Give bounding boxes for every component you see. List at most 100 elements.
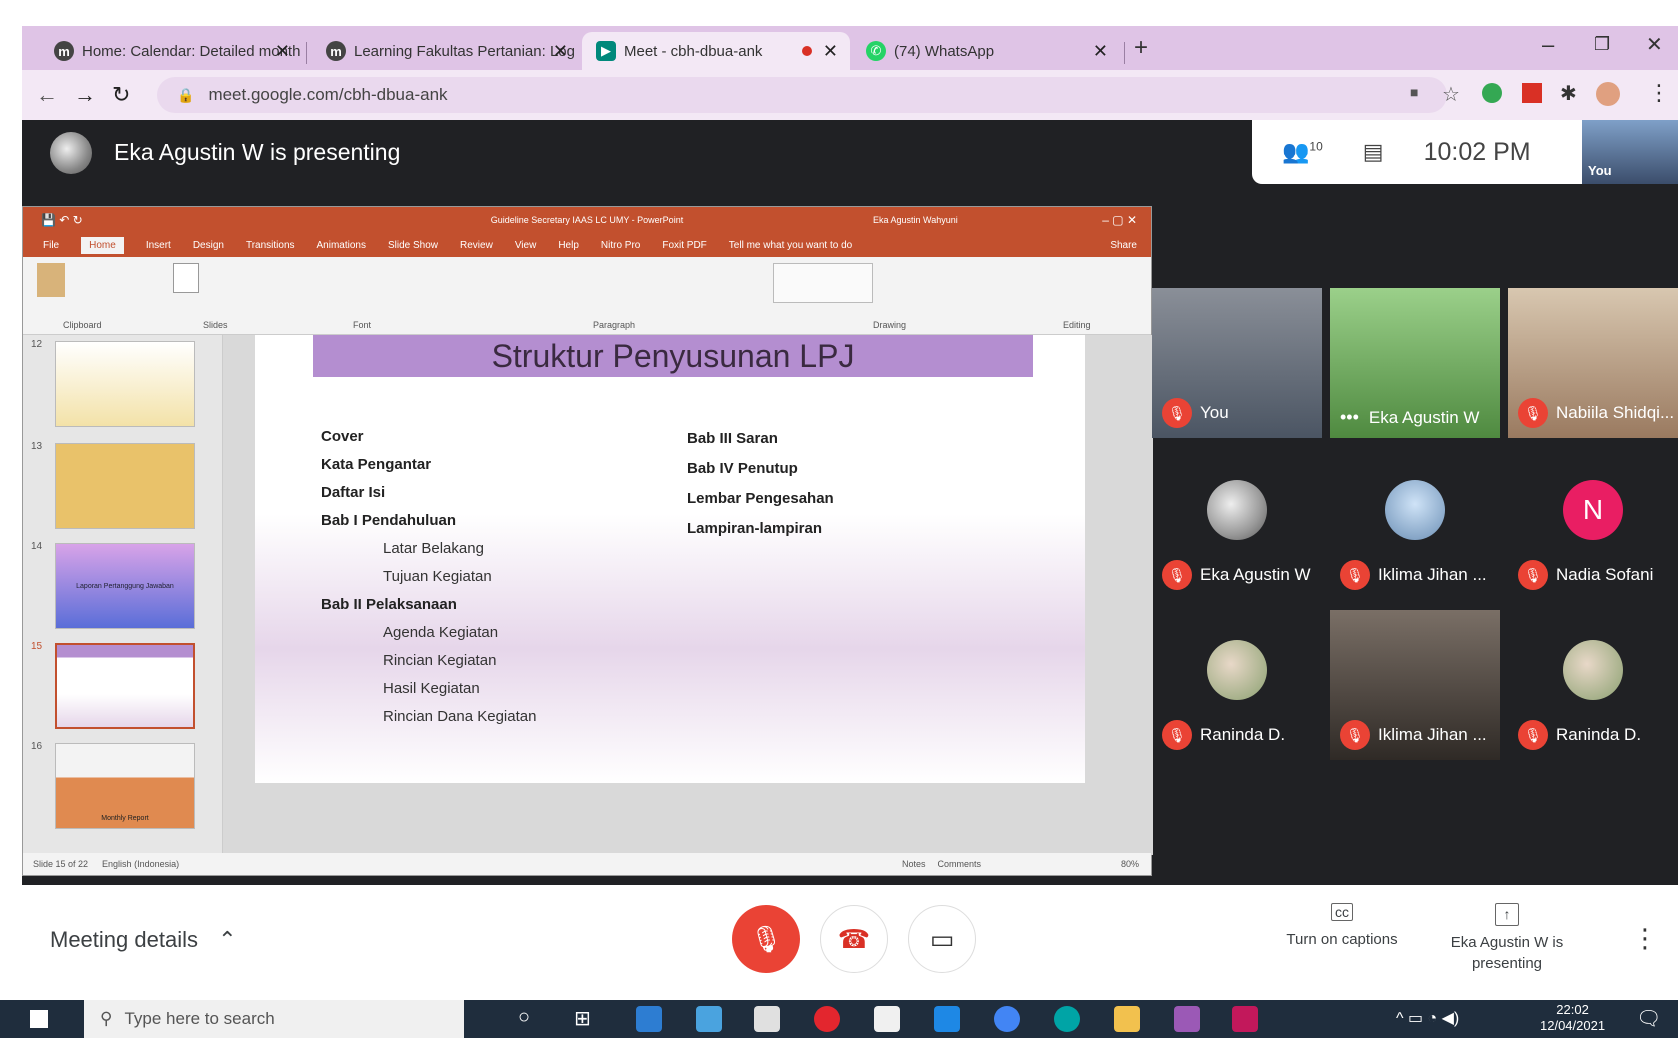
opera-icon[interactable] [814, 1006, 840, 1032]
restore-button[interactable]: ❐ [1594, 34, 1610, 55]
app-icon-chrome-profile[interactable] [1174, 1006, 1200, 1032]
ppt-tab: Transitions [245, 239, 295, 251]
file-explorer-icon[interactable] [1114, 1006, 1140, 1032]
ppt-status-bar: Slide 15 of 22 English (Indonesia) Notes… [23, 853, 1151, 875]
ribbon-group-paragraph: Paragraph [593, 320, 636, 330]
edge-icon[interactable] [1054, 1006, 1080, 1032]
captions-button[interactable]: cc Turn on captions [1262, 903, 1422, 948]
ribbon-group-font: Font [353, 320, 372, 330]
people-icon[interactable]: 👥10 [1282, 139, 1323, 165]
slide-thumb-15-selected [55, 643, 195, 729]
ppt-tell-me: Tell me what you want to do [728, 239, 853, 251]
ribbon-group-slides: Slides [203, 320, 228, 330]
slide-number: 14 [31, 541, 43, 552]
close-tab-icon[interactable]: ✕ [553, 41, 568, 62]
shared-screen: 💾 ↶ ↻ Guideline Secretary IAAS LC UMY - … [22, 206, 1153, 876]
extension-green-icon[interactable] [1482, 83, 1502, 103]
slide-bullet: Cover [321, 428, 364, 445]
participant-tile[interactable]: 🎙 Raninda D. [1508, 610, 1678, 760]
reload-icon[interactable]: ↻ [112, 82, 130, 108]
close-window-button[interactable]: ✕ [1646, 32, 1663, 57]
windows-taskbar: ⚲ Type here to search ○ ⊞ ^ ▭ ◔ ◀) 22:02… [0, 1000, 1678, 1038]
tab-learning[interactable]: m Learning Fakultas Pertanian: Log ✕ [312, 32, 580, 70]
slide-thumb-14-text: Laporan Pertanggung Jawaban [76, 582, 174, 590]
mic-muted-icon: 🎙 [1162, 398, 1192, 428]
meet-controls-bar: Meeting details ⌃ 🎙 ☎ ▭ cc Turn on capti… [22, 885, 1678, 1000]
slide-title: Struktur Penyusunan LPJ [491, 337, 855, 374]
leave-call-button[interactable]: ☎ [820, 905, 888, 973]
url-bar[interactable]: 🔒 meet.google.com/cbh-dbua-ank [157, 77, 1447, 113]
participant-tile[interactable]: 🎙 Iklima Jihan ... [1330, 450, 1500, 600]
address-bar-area: ← → ↻ 🔒 meet.google.com/cbh-dbua-ank ■ ☆… [22, 70, 1678, 120]
ppt-window-title: Guideline Secretary IAAS LC UMY - PowerP… [490, 215, 684, 225]
slide-bullet: Latar Belakang [383, 540, 484, 557]
dropbox-icon[interactable] [874, 1006, 900, 1032]
cortana-icon[interactable]: ○ [518, 1006, 530, 1029]
close-tab-icon[interactable]: ✕ [823, 41, 838, 62]
ppt-ribbon-tabs: File Home Insert Design Transitions Anim… [23, 233, 1151, 257]
extensions-puzzle-icon[interactable]: ✱ [1560, 81, 1577, 106]
meeting-details-button[interactable]: Meeting details ⌃ [50, 927, 237, 953]
mail-icon[interactable] [934, 1006, 960, 1032]
hang-up-icon: ☎ [837, 923, 871, 954]
chrome-menu-icon[interactable]: ⋮ [1648, 80, 1670, 106]
notifications-icon[interactable]: 🗨 [1636, 1006, 1661, 1031]
slide-number: 13 [31, 441, 43, 452]
presenting-banner: Eka Agustin W is presenting [22, 120, 1222, 185]
slide-thumb-16: Monthly Report [55, 743, 195, 829]
self-view-thumbnail[interactable]: You [1582, 120, 1678, 184]
participant-name: Raninda D. [1556, 725, 1642, 744]
ppt-comments: Comments [937, 859, 981, 869]
store-icon[interactable] [754, 1006, 780, 1032]
back-icon[interactable]: ← [36, 82, 58, 108]
participant-name: You [1200, 403, 1229, 422]
camera-toggle-button[interactable]: ▭ [908, 905, 976, 973]
mic-muted-icon: 🎙 [1162, 720, 1192, 750]
mic-toggle-button[interactable]: 🎙 [732, 905, 800, 973]
more-options-icon[interactable]: ⋮ [1632, 923, 1658, 954]
whatsapp-icon: ✆ [866, 41, 886, 61]
mic-muted-icon: 🎙 [1340, 560, 1370, 590]
system-tray-icon[interactable]: ^ ▭ ◔ ◀) [1396, 1008, 1459, 1028]
presenting-button[interactable]: ↑ Eka Agustin W is presenting [1422, 903, 1592, 974]
taskbar-clock[interactable]: 22:02 12/04/2021 [1540, 1002, 1605, 1034]
bookmark-star-icon[interactable]: ☆ [1442, 82, 1460, 107]
windows-start-icon[interactable] [30, 1010, 48, 1028]
participant-tile[interactable]: 🎙 Nabiila Shidqi... [1508, 288, 1678, 438]
close-tab-icon[interactable]: ✕ [275, 41, 290, 62]
participant-tile[interactable]: 🎙 Raninda D. [1152, 610, 1322, 760]
forward-icon[interactable]: → [74, 82, 96, 108]
ppt-ribbon: Clipboard Slides Font Paragraph Drawing … [23, 257, 1151, 335]
app-icon-2[interactable] [696, 1006, 722, 1032]
app-icon-red[interactable] [1232, 1006, 1258, 1032]
participant-tile[interactable]: 🎙 Iklima Jihan ... [1330, 610, 1500, 760]
mic-muted-icon: 🎙 [1340, 720, 1370, 750]
participant-tile[interactable]: 🎙 Eka Agustin W [1152, 450, 1322, 600]
participant-tile[interactable]: 🎙 You [1152, 288, 1322, 438]
app-icon-1[interactable] [636, 1006, 662, 1032]
tab-whatsapp[interactable]: ✆ (74) WhatsApp ✕ [852, 32, 1120, 70]
chrome-icon[interactable] [994, 1006, 1020, 1032]
tab-calendar[interactable]: m Home: Calendar: Detailed month ✕ [40, 32, 302, 70]
slide-bullet: Tujuan Kegiatan [383, 568, 492, 585]
camera-icon: ▭ [929, 923, 955, 954]
taskbar-search[interactable]: ⚲ Type here to search [84, 1000, 464, 1038]
ppt-tab: Design [192, 239, 224, 251]
meet-stage: Eka Agustin W is presenting 👥10 ▤ 10:02 … [22, 120, 1678, 885]
chat-icon[interactable]: ▤ [1363, 139, 1384, 165]
task-view-icon[interactable]: ⊞ [574, 1006, 591, 1031]
participant-name: Eka Agustin W [1368, 407, 1480, 427]
participant-tile[interactable]: N 🎙 Nadia Sofani [1508, 450, 1678, 600]
participant-tile[interactable]: ••• Eka Agustin W [1330, 288, 1500, 438]
slide-bullet: Lembar Pengesahan [687, 490, 834, 507]
extension-red-icon[interactable] [1522, 83, 1542, 103]
ppt-tab: Review [460, 239, 493, 251]
close-tab-icon[interactable]: ✕ [1093, 41, 1108, 62]
minimize-button[interactable]: – [1542, 32, 1554, 58]
new-tab-button[interactable]: + [1134, 34, 1148, 62]
profile-avatar[interactable] [1596, 82, 1620, 106]
slide-bullet: Bab III Saran [687, 430, 778, 447]
slide-number: 12 [31, 339, 43, 350]
camera-indicator-icon[interactable]: ■ [1410, 84, 1418, 100]
tab-meet[interactable]: ▶ Meet - cbh-dbua-ank ✕ [582, 32, 850, 70]
